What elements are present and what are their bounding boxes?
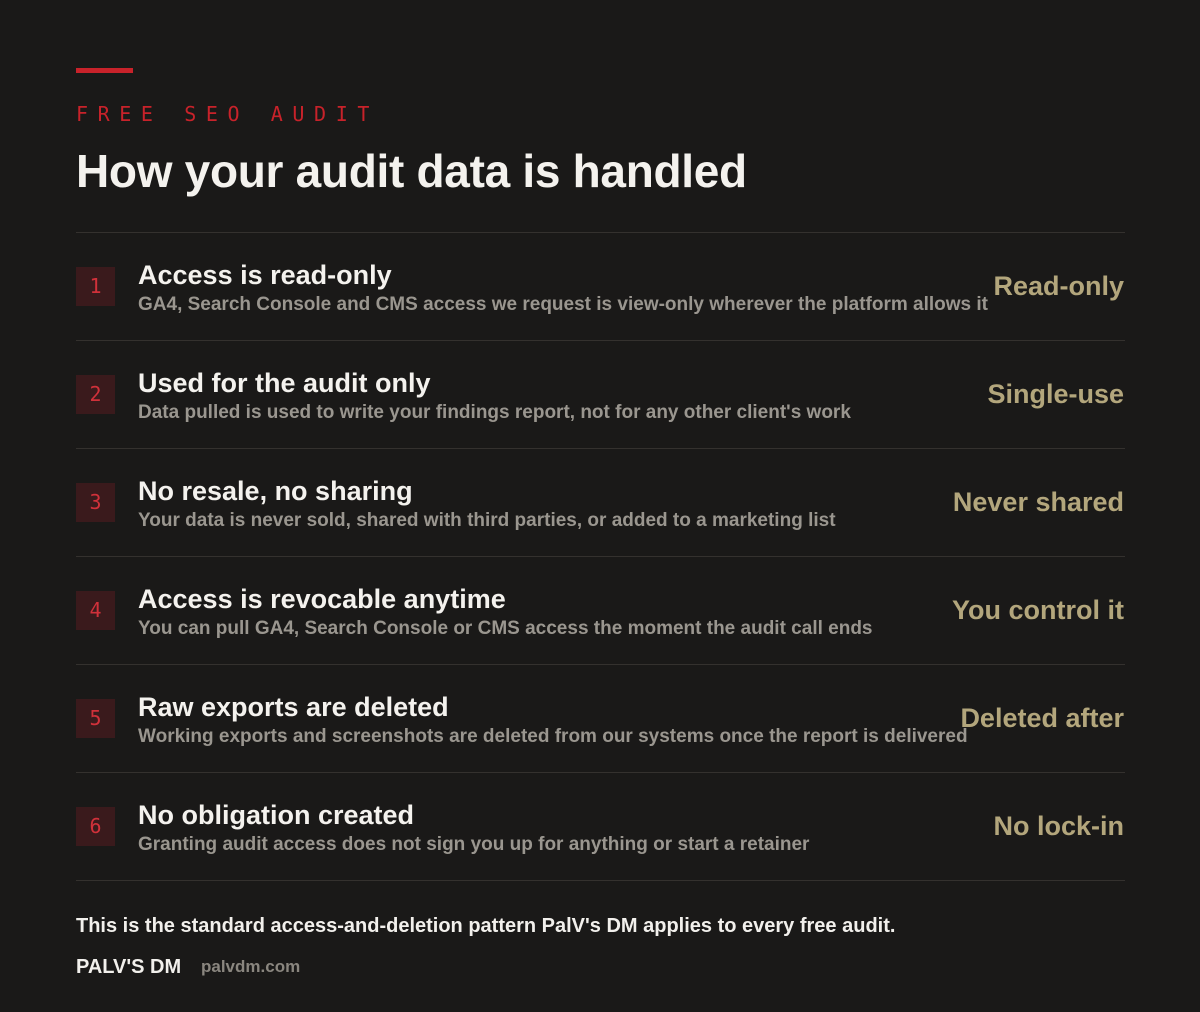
item-tag: Never shared — [952, 487, 1124, 517]
item-tag: Deleted after — [960, 703, 1124, 733]
list-item: 4 Access is revocable anytime You can pu… — [76, 557, 1125, 665]
item-number-badge: 5 — [76, 699, 115, 738]
item-title: Raw exports are deleted — [138, 692, 449, 722]
list-item: 2 Used for the audit only Data pulled is… — [76, 341, 1125, 449]
item-number-badge: 2 — [76, 375, 115, 414]
item-title: Used for the audit only — [138, 368, 431, 398]
list-item: 6 No obligation created Granting audit a… — [76, 773, 1125, 881]
brand-domain: palvdm.com — [201, 957, 301, 976]
accent-bar — [76, 68, 133, 73]
list-item: 1 Access is read-only GA4, Search Consol… — [76, 233, 1125, 341]
item-description: Your data is never sold, shared with thi… — [138, 510, 836, 531]
footer-note: This is the standard access-and-deletion… — [76, 915, 896, 937]
page-title: How your audit data is handled — [76, 145, 747, 197]
item-tag: Single-use — [987, 379, 1124, 409]
item-title: Access is read-only — [138, 260, 392, 290]
item-tag: No lock-in — [993, 811, 1124, 841]
item-number-badge: 4 — [76, 591, 115, 630]
item-description: Data pulled is used to write your findin… — [138, 402, 851, 423]
list-item: 5 Raw exports are deleted Working export… — [76, 665, 1125, 773]
item-description: You can pull GA4, Search Console or CMS … — [138, 618, 873, 639]
data-handling-list: 1 Access is read-only GA4, Search Consol… — [76, 232, 1125, 881]
item-number-badge: 1 — [76, 267, 115, 306]
item-tag: You control it — [952, 595, 1124, 625]
item-title: No resale, no sharing — [138, 476, 413, 506]
item-title: No obligation created — [138, 800, 415, 830]
item-tag: Read-only — [993, 271, 1124, 301]
item-title: Access is revocable anytime — [138, 584, 506, 614]
item-description: GA4, Search Console and CMS access we re… — [138, 294, 988, 315]
item-number-badge: 3 — [76, 483, 115, 522]
eyebrow-label: FREE SEO AUDIT — [76, 102, 379, 126]
item-description: Granting audit access does not sign you … — [138, 834, 810, 855]
item-number-badge: 6 — [76, 807, 115, 846]
list-item: 3 No resale, no sharing Your data is nev… — [76, 449, 1125, 557]
item-description: Working exports and screenshots are dele… — [138, 726, 968, 747]
brand-name: PALV'S DM — [76, 956, 182, 978]
